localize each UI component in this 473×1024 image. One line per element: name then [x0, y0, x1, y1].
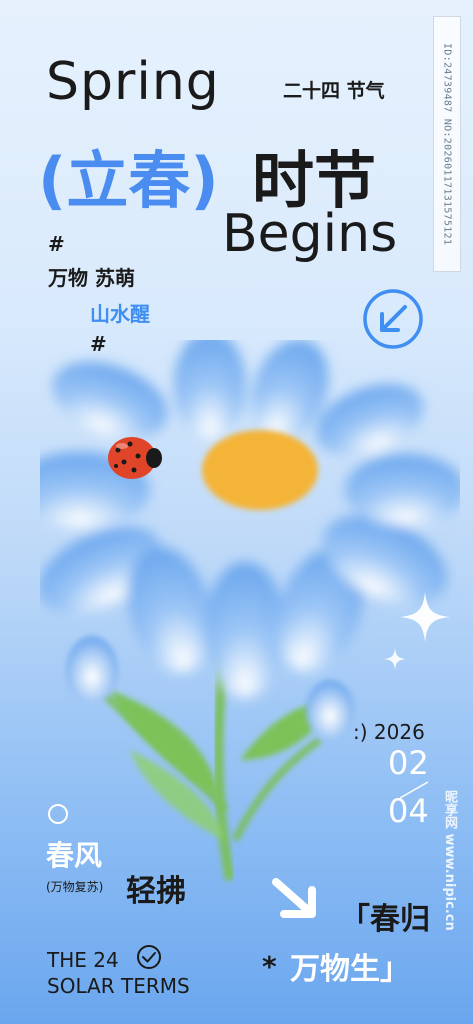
hash-top: # [48, 232, 65, 256]
text-qingfu: 轻拂 [126, 874, 186, 909]
title-begins: Begins [222, 204, 398, 264]
tag-shanshui-xing: 山水醒 [90, 302, 150, 326]
watermark-id: ID:24739487 NO:20260117131575121 [433, 16, 461, 272]
title-spring: Spring [46, 52, 220, 112]
watermark-site: 昵享网 www.nipic.cn [442, 790, 457, 931]
text-wanwu-fusu: (万物复苏) [46, 880, 104, 894]
date-month: 02 [388, 744, 429, 782]
text-chungui: 「春归 [340, 902, 430, 937]
sparkle-small-icon [384, 648, 406, 670]
circle-outline-icon [48, 804, 68, 824]
sparkle-icon [400, 592, 450, 642]
ladybug-icon [108, 437, 162, 479]
title-lichun: (立春) [38, 144, 219, 217]
tag-wanwu-sumeng: 万物 苏萌 [48, 266, 135, 290]
check-circle-icon [137, 945, 161, 969]
text-the-24: THE 24 [47, 948, 119, 972]
text-chunfeng: 春风 [46, 839, 103, 872]
date-day: 04 [388, 792, 429, 830]
date-year: :) 2026 [353, 720, 425, 744]
subtitle-jieqi: 二十四 节气 [283, 80, 385, 102]
arrow-down-right-icon [272, 878, 316, 918]
text-solar-terms: SOLAR TERMS [47, 974, 190, 998]
asterisk: * [262, 950, 277, 983]
text-wanwusheng: 万物生」 [290, 952, 410, 987]
